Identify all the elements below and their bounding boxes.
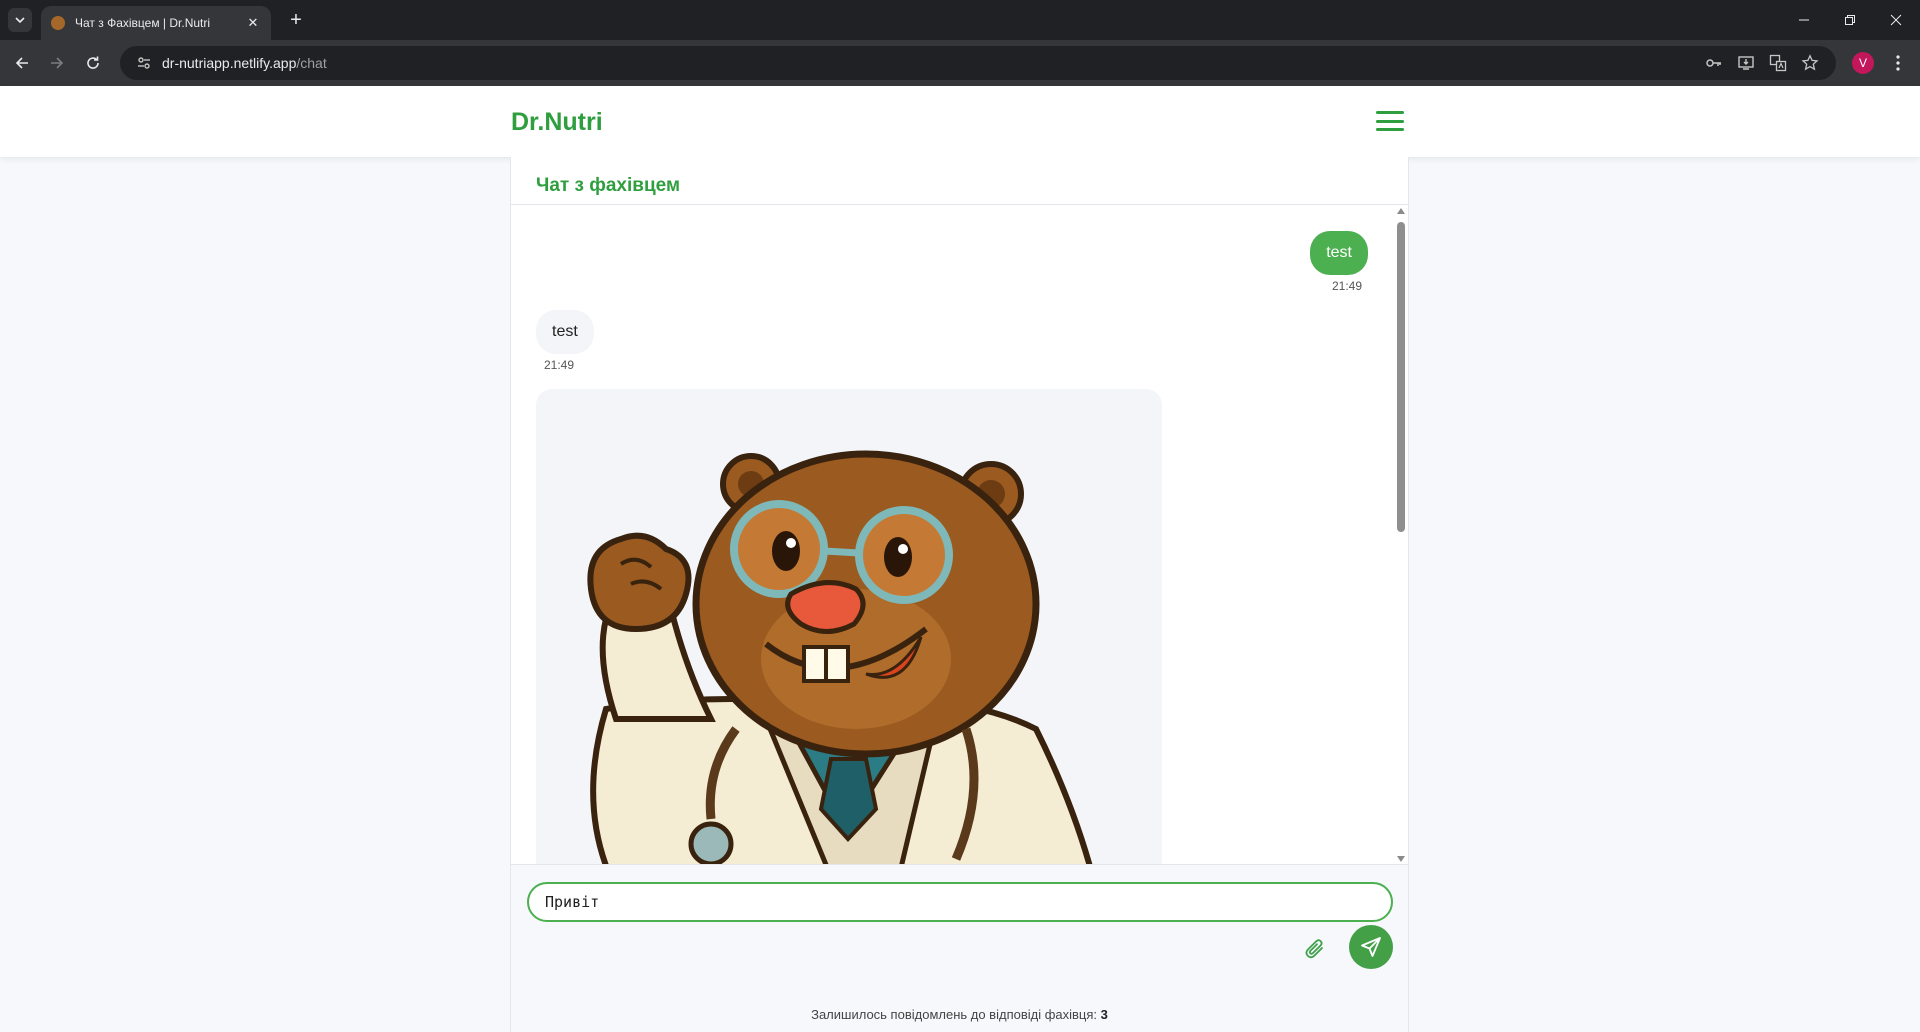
browser-toolbar: dr-nutriapp.netlify.app/chat V xyxy=(0,40,1920,86)
hamburger-line xyxy=(1376,128,1404,131)
remaining-label: Залишилось повідомлень до відповіді фахі… xyxy=(811,1007,1098,1022)
browser-tab-active[interactable]: Чат з Фахівцем | Dr.Nutri ✕ xyxy=(41,6,271,40)
message-list-scrollbar[interactable] xyxy=(1394,206,1408,864)
remaining-count: 3 xyxy=(1100,1007,1108,1022)
forward-icon[interactable] xyxy=(45,51,69,75)
message-timestamp: 21:49 xyxy=(1331,279,1362,293)
minimize-icon[interactable] xyxy=(1782,8,1826,32)
brand-logo[interactable]: Dr.Nutri xyxy=(511,108,603,137)
hamburger-line xyxy=(1376,111,1404,114)
translate-icon[interactable] xyxy=(1766,51,1790,75)
url-text: dr-nutriapp.netlify.app/chat xyxy=(162,55,327,71)
address-bar[interactable]: dr-nutriapp.netlify.app/chat xyxy=(120,46,1836,80)
paperclip-icon[interactable] xyxy=(1298,932,1332,966)
reload-icon[interactable] xyxy=(81,51,105,75)
tab-list-icon[interactable] xyxy=(8,8,32,32)
menu-dots-icon[interactable] xyxy=(1886,51,1910,75)
tab-close-icon[interactable]: ✕ xyxy=(245,15,261,31)
scroll-down-icon[interactable] xyxy=(1397,856,1405,862)
password-key-icon[interactable] xyxy=(1702,51,1726,75)
window-close-icon[interactable] xyxy=(1874,8,1918,32)
chat-title: Чат з фахівцем xyxy=(536,175,680,196)
tab-title: Чат з Фахівцем | Dr.Nutri xyxy=(75,16,211,30)
chat-title-bar: Чат з фахівцем xyxy=(511,157,1408,205)
favicon-icon xyxy=(51,16,65,30)
message-bubble-incoming: test xyxy=(536,310,594,354)
chat-panel: Чат з фахівцем test 21:49 test 21:49 При… xyxy=(510,157,1409,1032)
hamburger-menu-icon[interactable] xyxy=(1376,108,1404,134)
site-info-icon[interactable] xyxy=(132,51,156,75)
new-tab-icon[interactable]: + xyxy=(284,8,308,32)
send-button[interactable] xyxy=(1349,925,1393,969)
message-timestamp: 21:49 xyxy=(544,358,575,372)
message-input[interactable] xyxy=(527,882,1393,922)
beaver-doctor-illustration xyxy=(587,450,1093,864)
bookmark-star-icon[interactable] xyxy=(1798,51,1822,75)
message-bubble-outgoing: test xyxy=(1310,231,1368,275)
url-path: /chat xyxy=(296,55,327,71)
message-image[interactable] xyxy=(536,389,1162,864)
message-composer: Залишилось повідомлень до відповіді фахі… xyxy=(511,864,1408,1032)
scrollbar-thumb[interactable] xyxy=(1397,222,1405,532)
message-list[interactable]: test 21:49 test 21:49 xyxy=(511,206,1408,864)
site-header: Dr.Nutri xyxy=(0,86,1920,157)
hamburger-line xyxy=(1376,119,1404,123)
send-icon xyxy=(1361,937,1381,957)
url-host: dr-nutriapp.netlify.app xyxy=(162,55,297,71)
install-app-icon[interactable] xyxy=(1734,51,1758,75)
profile-avatar[interactable]: V xyxy=(1852,52,1874,74)
maximize-icon[interactable] xyxy=(1828,8,1872,32)
scroll-up-icon[interactable] xyxy=(1397,208,1405,214)
remaining-messages-note: Залишилось повідомлень до відповіді фахі… xyxy=(511,1007,1408,1022)
back-icon[interactable] xyxy=(10,51,34,75)
browser-tabstrip: Чат з Фахівцем | Dr.Nutri ✕ + xyxy=(0,0,1920,40)
